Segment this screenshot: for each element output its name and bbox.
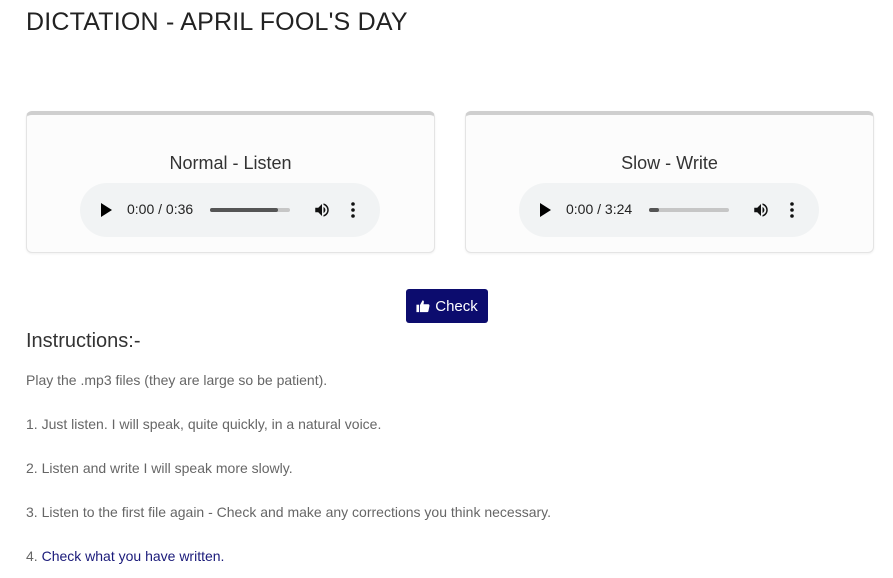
- more-options-icon[interactable]: [348, 201, 358, 219]
- audio-player-normal: 0:00 / 0:36: [80, 183, 380, 237]
- normal-listen-card: Normal - Listen 0:00 / 0:36: [26, 111, 435, 253]
- thumbs-up-icon: [416, 300, 430, 313]
- instructions-intro: Play the .mp3 files (they are large so b…: [26, 372, 328, 388]
- check-button[interactable]: Check: [406, 289, 488, 323]
- seek-bar-fill: [649, 208, 659, 212]
- instruction-step-1: 1. Just listen. I will speak, quite quic…: [26, 416, 382, 432]
- card-title: Slow - Write: [621, 153, 718, 173]
- step-4-number: 4.: [26, 548, 42, 564]
- seek-bar-fill: [210, 208, 278, 212]
- play-icon[interactable]: [540, 203, 551, 217]
- page-title: DICTATION - APRIL FOOL'S DAY: [26, 8, 408, 36]
- more-options-icon[interactable]: [787, 201, 797, 219]
- instruction-step-2: 2. Listen and write I will speak more sl…: [26, 460, 293, 476]
- check-button-label: Check: [435, 297, 478, 315]
- check-written-link[interactable]: Check what you have written.: [42, 548, 225, 564]
- duration: 3:24: [604, 201, 633, 217]
- volume-icon[interactable]: [313, 201, 331, 219]
- time-display: 0:00 / 3:24: [566, 201, 633, 217]
- card-title: Normal - Listen: [169, 153, 292, 173]
- seek-bar[interactable]: [649, 208, 729, 212]
- current-time: 0:00: [566, 201, 594, 217]
- slow-write-card: Slow - Write 0:00 / 3:24: [465, 111, 874, 253]
- instruction-step-3: 3. Listen to the first file again - Chec…: [26, 504, 551, 520]
- instruction-step-4: 4. Check what you have written.: [26, 548, 224, 564]
- time-display: 0:00 / 0:36: [127, 201, 194, 217]
- instructions-heading: Instructions:-: [26, 330, 141, 352]
- volume-icon[interactable]: [752, 201, 770, 219]
- seek-bar[interactable]: [210, 208, 290, 212]
- current-time: 0:00: [127, 201, 155, 217]
- play-icon[interactable]: [101, 203, 112, 217]
- audio-player-slow: 0:00 / 3:24: [519, 183, 819, 237]
- duration: 0:36: [165, 201, 194, 217]
